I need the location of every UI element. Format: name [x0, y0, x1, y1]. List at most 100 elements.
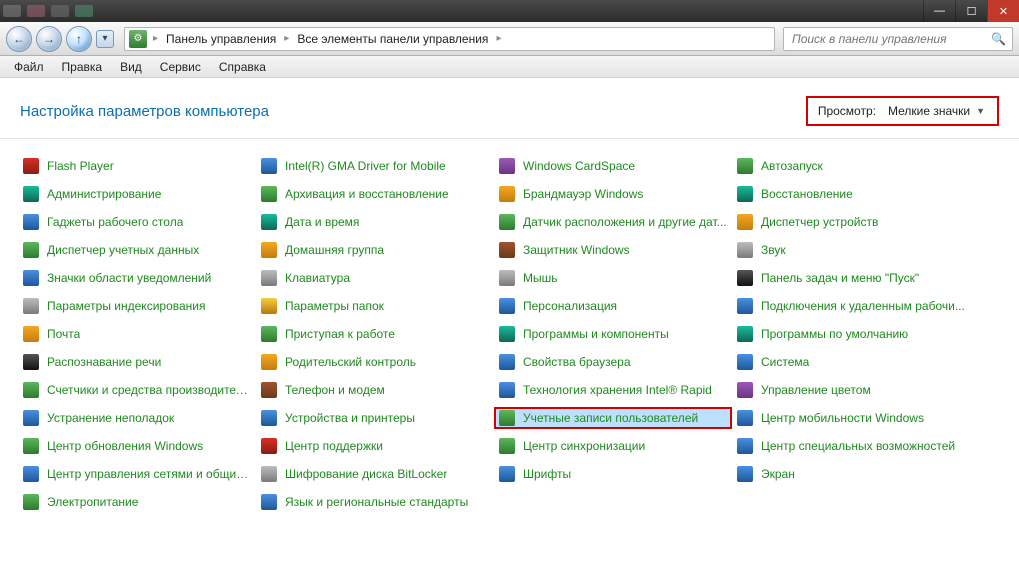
- minimize-button[interactable]: —: [923, 0, 955, 22]
- cp-item[interactable]: Центр поддержки: [256, 435, 494, 457]
- cp-item-label: Центр обновления Windows: [47, 439, 203, 453]
- cp-item-icon: [261, 410, 277, 426]
- cp-item[interactable]: Параметры индексирования: [18, 295, 256, 317]
- menu-bar: Файл Правка Вид Сервис Справка: [0, 56, 1019, 78]
- content-area: Flash Player Intel(R) GMA Driver for Mobi…: [0, 139, 1019, 562]
- cp-item[interactable]: Счетчики и средства производитель...: [18, 379, 256, 401]
- forward-button[interactable]: →: [36, 26, 62, 52]
- cp-item[interactable]: Электропитание: [18, 491, 256, 513]
- cp-item[interactable]: Шрифты: [494, 463, 732, 485]
- cp-item[interactable]: Параметры папок: [256, 295, 494, 317]
- cp-item[interactable]: Администрирование: [18, 183, 256, 205]
- view-selector-box: Просмотр: Мелкие значки ▼: [806, 96, 999, 126]
- cp-item[interactable]: Технология хранения Intel® Rapid: [494, 379, 732, 401]
- cp-item-label: Учетные записи пользователей: [523, 411, 698, 425]
- cp-item-icon: [261, 326, 277, 342]
- title-bar: — ☐ ✕: [0, 0, 1019, 22]
- cp-item-icon: [261, 494, 277, 510]
- menu-file[interactable]: Файл: [6, 58, 52, 76]
- cp-item[interactable]: Центр специальных возможностей: [732, 435, 970, 457]
- menu-edit[interactable]: Правка: [54, 58, 111, 76]
- crumb-control-panel[interactable]: Панель управления: [160, 32, 282, 46]
- cp-item[interactable]: Значки области уведомлений: [18, 267, 256, 289]
- cp-item[interactable]: Центр мобильности Windows: [732, 407, 970, 429]
- control-panel-icon: ⚙: [129, 30, 147, 48]
- cp-item[interactable]: Архивация и восстановление: [256, 183, 494, 205]
- up-button[interactable]: ↑: [66, 26, 92, 52]
- maximize-button[interactable]: ☐: [955, 0, 987, 22]
- cp-item[interactable]: Устранение неполадок: [18, 407, 256, 429]
- history-dropdown[interactable]: ▾: [96, 30, 114, 48]
- cp-item-label: Счетчики и средства производитель...: [47, 383, 251, 397]
- cp-item[interactable]: Восстановление: [732, 183, 970, 205]
- cp-item-label: Flash Player: [47, 159, 114, 173]
- close-button[interactable]: ✕: [987, 0, 1019, 22]
- cp-item-icon: [261, 466, 277, 482]
- cp-item[interactable]: Панель задач и меню "Пуск": [732, 267, 970, 289]
- cp-item-label: Intel(R) GMA Driver for Mobile: [285, 159, 446, 173]
- cp-item-icon: [23, 242, 39, 258]
- cp-item[interactable]: Клавиатура: [256, 267, 494, 289]
- search-box[interactable]: 🔍: [783, 27, 1013, 51]
- cp-item[interactable]: Шифрование диска BitLocker: [256, 463, 494, 485]
- cp-item-icon: [499, 270, 515, 286]
- cp-item-label: Восстановление: [761, 187, 853, 201]
- cp-item[interactable]: Центр управления сетями и общим ...: [18, 463, 256, 485]
- breadcrumb-bar[interactable]: ⚙ ▸ Панель управления ▸ Все элементы пан…: [124, 27, 775, 51]
- cp-item-label: Подключения к удаленным рабочи...: [761, 299, 965, 313]
- cp-item[interactable]: Свойства браузера: [494, 351, 732, 373]
- cp-item[interactable]: Управление цветом: [732, 379, 970, 401]
- cp-item-label: Панель задач и меню "Пуск": [761, 271, 919, 285]
- cp-item[interactable]: Автозапуск: [732, 155, 970, 177]
- cp-item[interactable]: Диспетчер учетных данных: [18, 239, 256, 261]
- cp-item-icon: [261, 242, 277, 258]
- cp-item[interactable]: Устройства и принтеры: [256, 407, 494, 429]
- cp-item[interactable]: Windows CardSpace: [494, 155, 732, 177]
- cp-item[interactable]: Intel(R) GMA Driver for Mobile: [256, 155, 494, 177]
- view-value: Мелкие значки: [888, 104, 970, 118]
- cp-item[interactable]: Гаджеты рабочего стола: [18, 211, 256, 233]
- cp-item[interactable]: Система: [732, 351, 970, 373]
- cp-item[interactable]: Почта: [18, 323, 256, 345]
- cp-item[interactable]: Центр синхронизации: [494, 435, 732, 457]
- menu-view[interactable]: Вид: [112, 58, 150, 76]
- cp-item-icon: [737, 326, 753, 342]
- cp-item[interactable]: Учетные записи пользователей: [494, 407, 732, 429]
- cp-item[interactable]: Язык и региональные стандарты: [256, 491, 494, 513]
- cp-item-label: Распознавание речи: [47, 355, 161, 369]
- menu-help[interactable]: Справка: [211, 58, 274, 76]
- cp-item[interactable]: Домашняя группа: [256, 239, 494, 261]
- cp-item[interactable]: Телефон и модем: [256, 379, 494, 401]
- back-button[interactable]: ←: [6, 26, 32, 52]
- cp-item[interactable]: Экран: [732, 463, 970, 485]
- cp-item[interactable]: Диспетчер устройств: [732, 211, 970, 233]
- cp-item[interactable]: Родительский контроль: [256, 351, 494, 373]
- cp-item-icon: [23, 186, 39, 202]
- cp-item[interactable]: Датчик расположения и другие дат...: [494, 211, 732, 233]
- cp-item[interactable]: Брандмауэр Windows: [494, 183, 732, 205]
- menu-tools[interactable]: Сервис: [152, 58, 209, 76]
- cp-item[interactable]: Звук: [732, 239, 970, 261]
- cp-item-icon: [23, 410, 39, 426]
- cp-item[interactable]: Программы и компоненты: [494, 323, 732, 345]
- cp-item[interactable]: Подключения к удаленным рабочи...: [732, 295, 970, 317]
- cp-item[interactable]: Мышь: [494, 267, 732, 289]
- search-input[interactable]: [790, 31, 991, 47]
- cp-item-label: Дата и время: [285, 215, 359, 229]
- cp-item[interactable]: Flash Player: [18, 155, 256, 177]
- cp-item[interactable]: Центр обновления Windows: [18, 435, 256, 457]
- cp-item-label: Шифрование диска BitLocker: [285, 467, 447, 481]
- crumb-all-items[interactable]: Все элементы панели управления: [291, 32, 494, 46]
- cp-item[interactable]: Приступая к работе: [256, 323, 494, 345]
- cp-item[interactable]: Защитник Windows: [494, 239, 732, 261]
- cp-item[interactable]: Программы по умолчанию: [732, 323, 970, 345]
- cp-item[interactable]: Персонализация: [494, 295, 732, 317]
- search-icon: 🔍: [991, 32, 1006, 46]
- cp-item-icon: [499, 382, 515, 398]
- cp-item[interactable]: Дата и время: [256, 211, 494, 233]
- cp-item[interactable]: Распознавание речи: [18, 351, 256, 373]
- cp-item-label: Центр синхронизации: [523, 439, 645, 453]
- header-row: Настройка параметров компьютера Просмотр…: [0, 78, 1019, 139]
- crumb-sep-icon: ▸: [282, 33, 291, 44]
- view-dropdown[interactable]: Мелкие значки ▼: [888, 104, 985, 118]
